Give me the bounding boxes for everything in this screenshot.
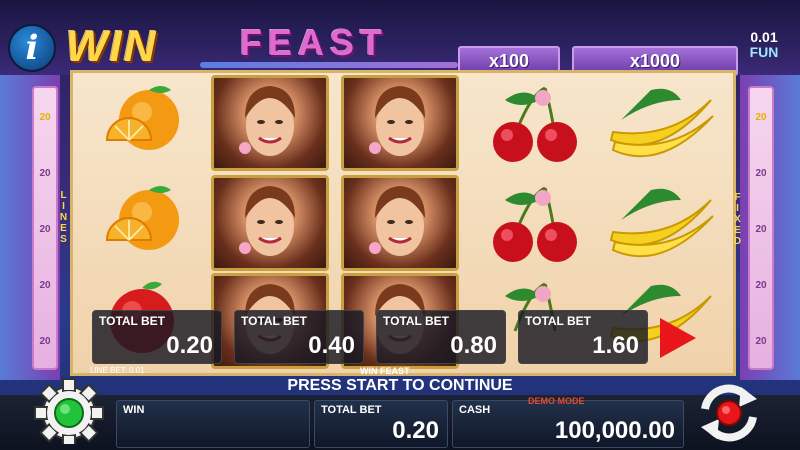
play-arrow-icon[interactable] <box>660 318 696 358</box>
payline-number: 20 <box>755 336 767 347</box>
payline-number: 20 <box>39 112 51 123</box>
bet-option-value: 0.80 <box>450 332 497 359</box>
demo-mode-label: DEMO MODE <box>528 396 585 406</box>
symbol-cherry <box>471 177 589 273</box>
denomination-value: 0.01 <box>750 29 778 45</box>
total-bet-label: TOTAL BET <box>321 404 382 416</box>
payline-number: 20 <box>39 336 51 347</box>
symbol-woman <box>341 75 459 171</box>
symbol-woman <box>341 175 459 271</box>
symbol-orange <box>83 177 201 273</box>
logo-feast: FEAST <box>240 22 389 63</box>
payline-number: 20 <box>755 168 767 179</box>
orange-icon <box>105 86 179 150</box>
symbol-woman <box>211 175 329 271</box>
bet-option-label: TOTAL BET <box>525 314 591 328</box>
fixed-label: FIXED <box>732 192 743 247</box>
autoplay-button[interactable] <box>686 378 772 444</box>
bet-option-4[interactable]: TOTAL BET 1.60 <box>518 310 648 364</box>
logo-win: WIN <box>66 22 158 71</box>
symbol-cherry <box>471 77 589 173</box>
payline-number: 20 <box>755 280 767 291</box>
paylines-left: 20 20 20 20 20 <box>32 86 58 370</box>
banana-icon <box>609 188 714 258</box>
total-bet-panel: TOTAL BET 0.20 <box>314 400 448 448</box>
symbol-banana <box>601 177 719 273</box>
orange-icon <box>105 186 179 250</box>
denomination-currency: FUN <box>749 44 779 60</box>
denomination-button[interactable]: 0.01 FUN <box>738 30 790 60</box>
info-button[interactable]: i <box>8 24 56 72</box>
cash-panel: CASH 100,000.00 <box>452 400 684 448</box>
payline-number: 20 <box>39 280 51 291</box>
symbol-banana <box>601 77 719 173</box>
symbol-woman <box>211 75 329 171</box>
cherry-icon <box>493 86 577 162</box>
bet-option-label: TOTAL BET <box>99 314 165 328</box>
press-start-message: PRESS START TO CONTINUE <box>287 377 513 394</box>
settings-button[interactable] <box>26 378 112 448</box>
bet-option-value: 0.40 <box>308 332 355 359</box>
bet-option-2[interactable]: TOTAL BET 0.40 <box>234 310 364 364</box>
paylines-right: 20 20 20 20 20 <box>748 86 774 370</box>
symbol-orange <box>83 77 201 173</box>
info-icon: i <box>25 28 39 68</box>
payline-number: 20 <box>755 224 767 235</box>
bet-option-label: TOTAL BET <box>241 314 307 328</box>
payline-number: 20 <box>39 224 51 235</box>
refresh-icon <box>701 384 757 442</box>
bet-option-3[interactable]: TOTAL BET 0.80 <box>376 310 506 364</box>
woman-icon <box>369 186 425 256</box>
game-name-text: WIN FEAST <box>360 366 410 376</box>
cherry-icon <box>493 186 577 262</box>
lines-label: LINES <box>58 190 69 245</box>
total-bet-value: 0.20 <box>392 417 439 444</box>
bet-option-1[interactable]: TOTAL BET 0.20 <box>92 310 222 364</box>
bet-option-value: 1.60 <box>592 332 639 359</box>
bet-option-label: TOTAL BET <box>383 314 449 328</box>
cash-value: 100,000.00 <box>554 417 675 444</box>
payline-number: 20 <box>39 168 51 179</box>
woman-icon <box>239 186 295 256</box>
payline-number: 20 <box>755 112 767 123</box>
cash-label: CASH <box>459 404 491 416</box>
win-panel: WIN <box>116 400 310 448</box>
bet-option-value: 0.20 <box>166 332 213 359</box>
woman-icon <box>239 86 295 156</box>
gear-icon <box>34 378 104 448</box>
woman-icon <box>369 86 425 156</box>
win-label: WIN <box>123 404 145 416</box>
multiplier-track <box>200 62 458 68</box>
game-screen: i WIN FEAST x100 x1000 0.01 FUN 20 20 20… <box>0 0 800 450</box>
line-bet-text: LINE BET: 0.01 <box>90 366 145 375</box>
banana-icon <box>609 88 714 158</box>
